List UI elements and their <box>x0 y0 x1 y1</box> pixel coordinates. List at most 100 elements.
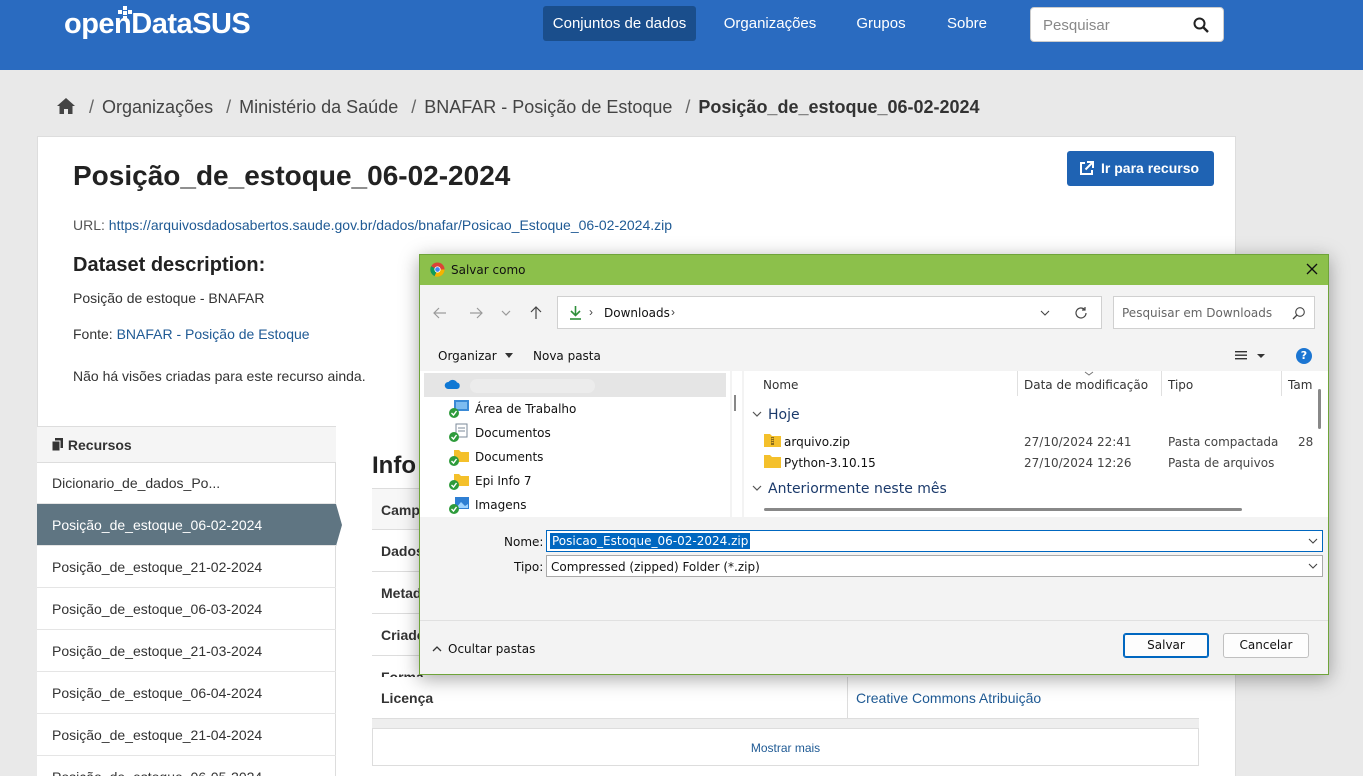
sidebar-resource-item[interactable]: Dicionario_de_dados_Po... <box>37 462 336 504</box>
nav-about[interactable]: Sobre <box>936 6 998 41</box>
file-list: Nome Data de modificação Tipo Tam Hoje a… <box>744 371 1328 517</box>
download-icon <box>570 306 581 320</box>
column-header-date[interactable]: Data de modificação <box>1024 378 1148 392</box>
logo-dots-icon <box>118 6 132 20</box>
column-header-size[interactable]: Tam <box>1288 378 1312 392</box>
close-icon[interactable] <box>1306 263 1318 275</box>
resource-url-link[interactable]: https://arquivosdadosabertos.saude.gov.b… <box>109 217 672 233</box>
dialog-search-placeholder: Pesquisar em Downloads <box>1122 306 1273 320</box>
source-label: Fonte: <box>73 326 113 342</box>
search-icon[interactable] <box>1193 17 1209 33</box>
description-text: Posição de estoque - BNAFAR <box>73 290 265 306</box>
filename-value: Posicao_Estoque_06-02-2024.zip <box>550 533 751 549</box>
dialog-search-input[interactable]: Pesquisar em Downloads <box>1113 296 1315 329</box>
search-icon[interactable] <box>1292 306 1306 320</box>
up-arrow-icon[interactable] <box>528 305 544 321</box>
new-folder-button[interactable]: Nova pasta <box>533 349 601 363</box>
resources-heading: Recursos <box>37 427 336 463</box>
tree-item-onedrive[interactable] <box>424 373 726 397</box>
sidebar-resource-item[interactable]: Posição_de_estoque_06-04-2024 <box>37 672 336 714</box>
show-more-link[interactable]: Mostrar mais <box>372 728 1199 766</box>
resources-sidebar: Recursos Dicionario_de_dados_Po... Posiç… <box>37 426 342 776</box>
tree-item-label: Área de Trabalho <box>475 402 577 416</box>
filename-input[interactable]: Posicao_Estoque_06-02-2024.zip <box>546 530 1323 552</box>
recent-chevron-icon[interactable] <box>500 307 512 319</box>
hide-folders-toggle[interactable]: Ocultar pastas <box>432 642 535 656</box>
filename-label: Nome: <box>504 535 544 549</box>
file-list-scrollbar[interactable] <box>1318 389 1321 429</box>
resource-url-line: URL: https://arquivosdadosabertos.saude.… <box>73 217 672 233</box>
resource-title: Posição_de_estoque_06-02-2024 <box>73 160 511 191</box>
dialog-divider <box>420 620 1328 621</box>
chevron-down-icon[interactable] <box>1308 538 1318 545</box>
tree-item-label: Imagens <box>475 498 527 512</box>
info-key: Camp <box>381 502 420 518</box>
no-views-text: Não há visões criadas para este recurso … <box>73 368 366 384</box>
sidebar-resource-item[interactable]: Posição_de_estoque_21-04-2024 <box>37 714 336 756</box>
goto-resource-button[interactable]: Ir para recurso <box>1067 151 1214 186</box>
active-arrow <box>336 504 342 546</box>
description-heading: Dataset description: <box>73 254 266 276</box>
help-icon[interactable]: ? <box>1296 348 1312 364</box>
cloud-icon <box>444 379 460 389</box>
crumb-dataset[interactable]: BNAFAR - Posição de Estoque <box>424 97 672 117</box>
tree-scrollbar[interactable] <box>732 371 742 517</box>
info-key: Dados <box>381 543 424 559</box>
organize-label: Organizar <box>438 349 497 363</box>
crumb-ministry[interactable]: Ministério da Saúde <box>239 97 398 117</box>
license-link[interactable]: Creative Commons Atribuição <box>856 690 1041 706</box>
back-arrow-icon[interactable] <box>432 305 448 321</box>
sidebar-resource-item[interactable]: Posição_de_estoque_21-02-2024 <box>37 546 336 588</box>
goto-resource-label: Ir para recurso <box>1101 160 1200 176</box>
organize-menu[interactable]: Organizar <box>438 349 513 363</box>
save-as-dialog: Salvar como › Downloads › Pesquisar em D… <box>419 254 1329 675</box>
filetype-select[interactable]: Compressed (zipped) Folder (*.zip) <box>546 555 1323 577</box>
chevron-down-icon <box>752 485 762 491</box>
tree-item-label: Documents <box>475 450 544 464</box>
logo-text: openDataSUS <box>64 8 251 40</box>
address-bar[interactable]: › Downloads › <box>557 296 1102 329</box>
site-search-input[interactable]: Pesquisar <box>1030 7 1224 42</box>
forward-arrow-icon[interactable] <box>468 305 484 321</box>
group-label: Hoje <box>768 407 800 423</box>
file-list-hscrollbar[interactable] <box>764 508 1242 511</box>
group-label: Anteriormente neste mês <box>768 481 947 497</box>
sidebar-resource-item-active[interactable]: Posição_de_estoque_06-02-2024 <box>37 504 342 546</box>
file-row[interactable]: arquivo.zip 27/10/2024 22:41 Pasta compa… <box>744 431 1324 452</box>
cancel-button[interactable]: Cancelar <box>1223 633 1309 658</box>
home-icon[interactable] <box>56 97 76 115</box>
file-row[interactable]: Python-3.10.15 27/10/2024 12:26 Pasta de… <box>744 452 1324 473</box>
info-key: Licença <box>381 690 434 706</box>
sidebar-resource-item[interactable]: Posição_de_estoque_06-05-2024 <box>37 756 336 776</box>
resources-heading-label: Recursos <box>67 437 132 453</box>
sidebar-resource-item[interactable]: Posição_de_estoque_21-03-2024 <box>37 630 336 672</box>
crumb-current[interactable]: Posição_de_estoque_06-02-2024 <box>698 97 979 117</box>
crumb-organizations[interactable]: Organizações <box>102 97 213 117</box>
table-row: Licença Creative Commons Atribuição <box>372 677 1199 719</box>
address-path[interactable]: Downloads <box>604 306 670 320</box>
dialog-titlebar[interactable]: Salvar como <box>420 255 1328 285</box>
refresh-icon[interactable] <box>1074 306 1088 320</box>
group-earlier-this-month[interactable]: Anteriormente neste mês <box>752 481 947 497</box>
group-today[interactable]: Hoje <box>752 407 800 423</box>
desktop-icon <box>449 400 469 418</box>
nav-organizations[interactable]: Organizações <box>712 6 828 41</box>
chrome-icon <box>430 262 445 277</box>
file-name: arquivo.zip <box>784 435 850 449</box>
sidebar-resource-item[interactable]: Posição_de_estoque_06-03-2024 <box>37 588 336 630</box>
source-link[interactable]: BNAFAR - Posição de Estoque <box>117 326 310 342</box>
search-placeholder: Pesquisar <box>1043 17 1110 34</box>
nav-groups[interactable]: Grupos <box>846 6 916 41</box>
folder-tree: Área de Trabalho Documentos Documents Ep… <box>420 371 730 517</box>
nav-datasets[interactable]: Conjuntos de dados <box>543 6 696 41</box>
chevron-down-icon[interactable] <box>1040 309 1050 317</box>
file-size: 28 <box>1298 435 1314 449</box>
save-button[interactable]: Salvar <box>1123 633 1209 658</box>
site-logo[interactable]: openDataSUS <box>64 6 251 41</box>
view-options-icon[interactable] <box>1235 350 1265 362</box>
account-name-redacted <box>470 379 595 393</box>
chevron-down-icon[interactable] <box>1308 563 1318 570</box>
dialog-title: Salvar como <box>451 263 526 277</box>
column-header-type[interactable]: Tipo <box>1168 378 1193 392</box>
column-header-name[interactable]: Nome <box>763 378 798 392</box>
